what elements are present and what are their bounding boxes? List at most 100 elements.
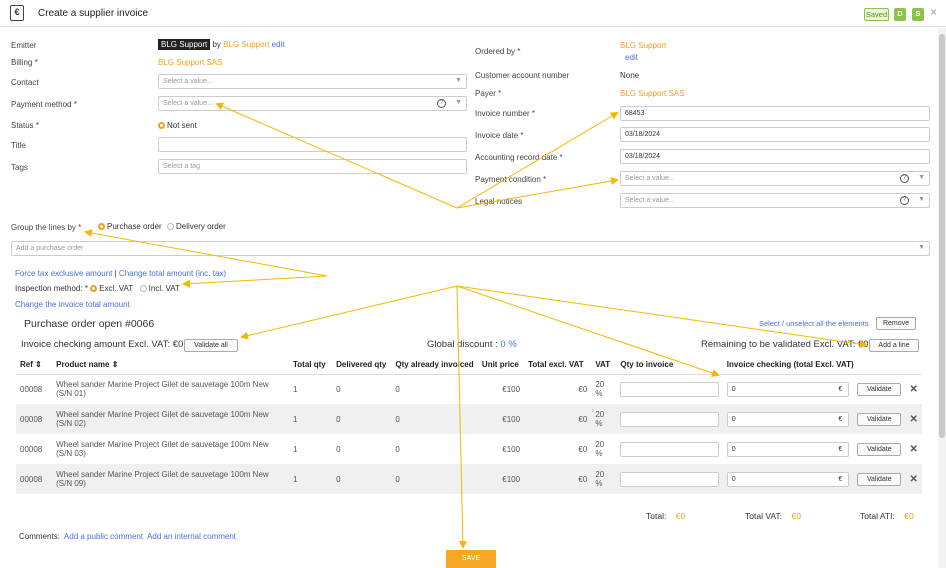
- comments: Comments: Add a public comment Add an in…: [19, 532, 236, 541]
- checking-input[interactable]: 0 €: [726, 411, 850, 427]
- group-lines-label: Group the lines by *: [11, 223, 82, 232]
- title-input[interactable]: [158, 137, 467, 152]
- checking-input[interactable]: 0 €: [726, 471, 850, 487]
- select-all-link[interactable]: Select / unselect all the elements: [759, 319, 869, 328]
- chevron-down-icon: ▼: [918, 174, 925, 181]
- radio-off-icon: [167, 223, 174, 230]
- cell-total-excl: €0: [524, 404, 592, 434]
- add-line-button[interactable]: Add a line: [869, 339, 919, 352]
- remove-row-icon[interactable]: ✕: [909, 384, 917, 395]
- total-vat: Total VAT: €0: [745, 511, 801, 521]
- cell-vat: 20 %: [591, 404, 617, 434]
- emitter-edit-link[interactable]: edit: [272, 40, 285, 49]
- remove-row-icon[interactable]: ✕: [909, 414, 917, 425]
- public-comment-link[interactable]: Add a public comment: [64, 532, 143, 541]
- cell-total-qty: 1: [288, 464, 333, 494]
- chevron-down-icon: ▼: [455, 77, 462, 84]
- s-badge[interactable]: S: [912, 8, 924, 21]
- invoice-date-input[interactable]: 03/18/2024: [620, 127, 930, 142]
- remove-row-icon[interactable]: ✕: [909, 474, 917, 485]
- emitter-tag: BLG Support: [158, 39, 211, 50]
- cell-vat: 20 %: [595, 440, 605, 458]
- invoice-number-label: Invoice number *: [475, 109, 536, 118]
- emitter-label: Emitter: [11, 41, 37, 50]
- help-icon[interactable]: ?: [900, 196, 909, 205]
- cell-invoiced: 0: [395, 384, 400, 394]
- radio-on-icon: [98, 223, 105, 230]
- scrollbar-thumb[interactable]: [939, 34, 945, 438]
- col-ref[interactable]: Ref ⇕: [16, 356, 53, 375]
- global-discount-link[interactable]: 0 %: [500, 339, 516, 350]
- comments-label: Comments:: [19, 532, 60, 541]
- col-product[interactable]: Product name ⇕: [52, 356, 289, 375]
- change-invoice-total-link[interactable]: Change the invoice total amount: [15, 300, 130, 309]
- purchase-order-select[interactable]: Add a purchase order ▼: [11, 241, 930, 256]
- invoice-date-label: Invoice date *: [475, 131, 524, 140]
- group-purchase-order-radio[interactable]: Purchase order: [98, 222, 162, 231]
- chevron-down-icon: ▼: [455, 99, 462, 106]
- incl-vat-radio[interactable]: Incl. VAT: [139, 284, 180, 293]
- cell-unit-price: €100: [502, 444, 521, 454]
- cell-invoiced: 0: [391, 404, 478, 434]
- contact-select[interactable]: Select a value... ▼: [158, 74, 467, 89]
- amount-links: Force tax exclusive amount | Change tota…: [15, 269, 226, 278]
- col-qty-to-invoice: Qty to invoice: [616, 356, 723, 375]
- cell-remove: ✕: [905, 434, 922, 464]
- checking-input[interactable]: 0 €: [726, 381, 850, 397]
- excl-vat-radio[interactable]: Excl. VAT: [90, 284, 133, 293]
- qty-to-invoice-input[interactable]: [620, 441, 719, 457]
- payer-link[interactable]: BLG Support SAS: [620, 89, 684, 98]
- remove-row-icon[interactable]: ✕: [909, 444, 917, 455]
- close-icon[interactable]: ×: [930, 5, 937, 19]
- inspection-label: Inspection method: *: [15, 284, 88, 293]
- force-tax-link[interactable]: Force tax exclusive amount: [15, 269, 112, 278]
- ordered-by-edit-link[interactable]: edit: [625, 53, 638, 62]
- billing-link[interactable]: BLG Support SAS: [158, 58, 222, 67]
- help-icon[interactable]: ?: [900, 174, 909, 183]
- col-invoice-checking: Invoice checking (total Excl. VAT): [722, 356, 922, 375]
- validate-button[interactable]: Validate: [857, 442, 902, 456]
- invoice-number-input[interactable]: 68453: [620, 106, 930, 121]
- payment-method-select[interactable]: Select a value...? ▼: [158, 96, 467, 111]
- change-total-link[interactable]: Change total amount (inc. tax): [119, 269, 226, 278]
- cell-qty-to-invoice: [616, 434, 722, 464]
- d-badge[interactable]: D: [894, 8, 906, 21]
- inspection-method: Inspection method: * Excl. VAT Incl. VAT: [15, 284, 180, 293]
- legal-notices-select[interactable]: Select a value...? ▼: [620, 193, 930, 208]
- cell-product: Wheel sander Marine Project Gilet de sau…: [52, 464, 289, 494]
- validate-button[interactable]: Validate: [857, 412, 902, 426]
- validate-all-button[interactable]: Validate all: [184, 339, 238, 352]
- validate-button[interactable]: Validate: [857, 472, 902, 486]
- cell-total-qty: 1: [292, 444, 298, 454]
- status-radio[interactable]: Not sent: [158, 121, 197, 130]
- chevron-down-icon: ▼: [918, 196, 925, 203]
- accounting-date-input[interactable]: 03/18/2024: [620, 149, 930, 164]
- col-total-qty: Total qty: [288, 356, 333, 375]
- emitter-link[interactable]: BLG Support: [223, 40, 269, 49]
- checking-input[interactable]: 0 €: [726, 441, 850, 457]
- internal-comment-link[interactable]: Add an internal comment: [147, 532, 236, 541]
- cell-validate: Validate: [853, 404, 906, 434]
- qty-to-invoice-input[interactable]: [620, 411, 719, 427]
- validate-button[interactable]: Validate: [857, 382, 902, 396]
- ordered-by-link[interactable]: BLG Support: [620, 41, 666, 50]
- help-icon[interactable]: ?: [437, 99, 446, 108]
- tags-input[interactable]: Select a tag: [158, 159, 467, 174]
- cell-total-qty: 1: [292, 384, 298, 394]
- cell-validate: Validate: [853, 374, 905, 404]
- table-row: 00008 Wheel sander Marine Project Gilet d…: [16, 404, 922, 434]
- cell-product: Wheel sander Marine Project Gilet de sau…: [52, 404, 289, 434]
- save-button[interactable]: SAVE: [446, 550, 496, 568]
- account-number-value: None: [620, 71, 640, 80]
- qty-to-invoice-input[interactable]: [620, 381, 719, 397]
- cell-qty-to-invoice: [616, 374, 722, 404]
- title-bar: € Create a supplier invoice Saved D S ×: [0, 0, 946, 27]
- cell-ref: 00008: [16, 464, 53, 494]
- group-delivery-order-radio[interactable]: Delivery order: [167, 222, 226, 231]
- cell-total-qty: 1: [288, 404, 333, 434]
- qty-to-invoice-input[interactable]: [620, 471, 719, 487]
- payment-condition-label: Payment condition *: [475, 175, 547, 184]
- remove-button[interactable]: Remove: [876, 317, 916, 330]
- accounting-date-label: Accounting record date *: [475, 153, 563, 162]
- payment-condition-select[interactable]: Select a value...? ▼: [620, 171, 930, 186]
